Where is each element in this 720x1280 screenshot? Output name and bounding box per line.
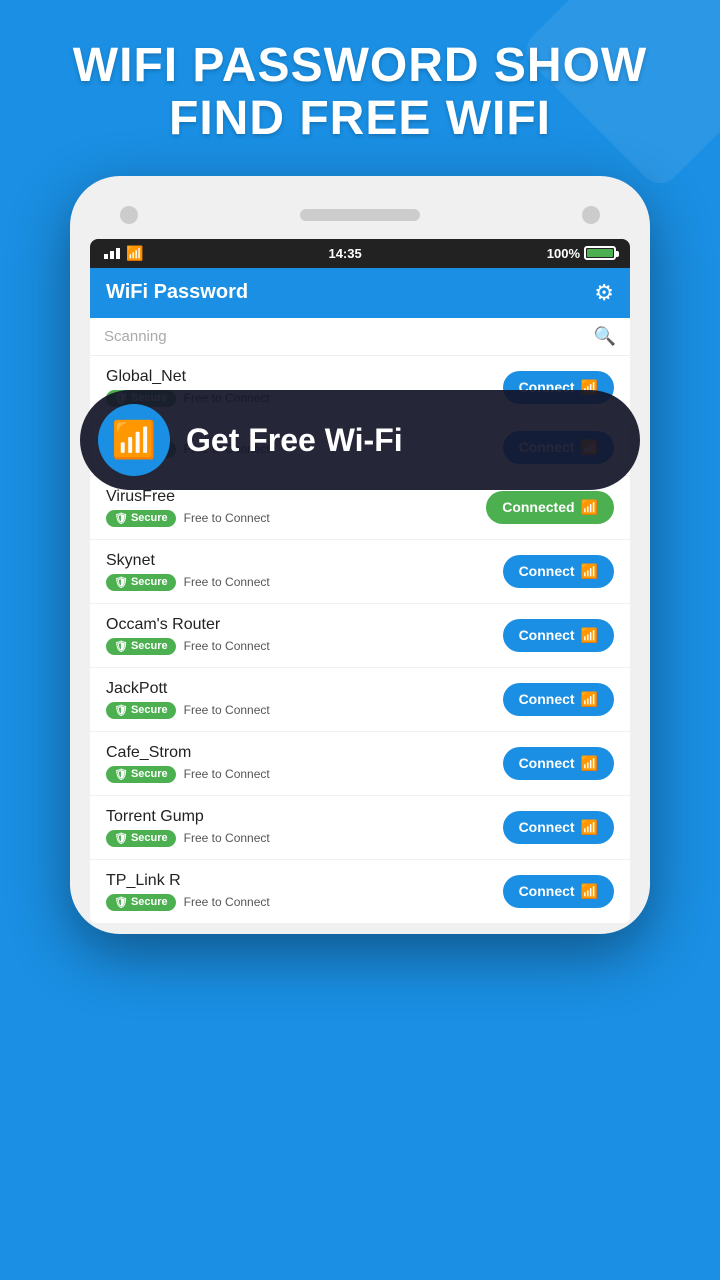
wifi-name: Torrent Gump: [106, 808, 503, 826]
free-connect-label: Free to Connect: [184, 895, 270, 909]
battery-icon: [584, 246, 616, 260]
status-bar: 📶 14:35 100%: [90, 239, 630, 268]
page-header: WIFI PASSWORD SHOW FIND FREE WIFI: [0, 0, 720, 166]
secure-badge: 🛡 Secure: [106, 510, 176, 527]
app-title: WiFi Password: [106, 281, 248, 304]
connected-button[interactable]: Connected 📶: [486, 491, 614, 524]
wifi-btn-icon: 📶: [581, 691, 598, 708]
wifi-info: Occam's Router 🛡 Secure Free to Connect: [106, 616, 503, 655]
secure-badge: 🛡 Secure: [106, 766, 176, 783]
camera-left: [120, 206, 138, 224]
wifi-info: Cafe_Strom 🛡 Secure Free to Connect: [106, 744, 503, 783]
wifi-btn-icon: 📶: [581, 563, 598, 580]
wifi-name: JackPott: [106, 680, 503, 698]
secure-badge: 🛡 Secure: [106, 574, 176, 591]
camera-right: [582, 206, 600, 224]
wifi-badges: 🛡 Secure Free to Connect: [106, 766, 503, 783]
wifi-icon: 📶: [112, 419, 157, 461]
header-line1: WIFI PASSWORD SHOW: [73, 39, 647, 92]
wifi-item: TP_Link R 🛡 Secure Free to Connect Conne…: [90, 860, 630, 924]
time-display: 14:35: [328, 246, 361, 261]
settings-icon[interactable]: ⚙: [594, 280, 614, 306]
battery-percent: 100%: [547, 246, 580, 261]
wifi-info: VirusFree 🛡 Secure Free to Connect: [106, 488, 486, 527]
header-title: WIFI PASSWORD SHOW FIND FREE WIFI: [20, 40, 700, 146]
wifi-name: Occam's Router: [106, 616, 503, 634]
connect-button[interactable]: Connect 📶: [503, 555, 614, 588]
secure-badge: 🛡 Secure: [106, 638, 176, 655]
wifi-btn-icon: 📶: [581, 883, 598, 900]
free-connect-label: Free to Connect: [184, 639, 270, 653]
battery-fill: [587, 249, 613, 257]
phone-screen: 📶 14:35 100% WiFi Password ⚙ Scanning 🔍: [90, 239, 630, 924]
wifi-info: JackPott 🛡 Secure Free to Connect: [106, 680, 503, 719]
wifi-name: Cafe_Strom: [106, 744, 503, 762]
wifi-item: Torrent Gump 🛡 Secure Free to Connect Co…: [90, 796, 630, 860]
connect-button[interactable]: Connect 📶: [503, 619, 614, 652]
wifi-btn-icon: 📶: [581, 819, 598, 836]
wifi-status-icon: 📶: [126, 245, 143, 262]
shield-icon: 🛡: [114, 576, 128, 589]
free-connect-label: Free to Connect: [184, 703, 270, 717]
wifi-item: Cafe_Strom 🛡 Secure Free to Connect Conn…: [90, 732, 630, 796]
status-left: 📶: [104, 245, 143, 262]
secure-badge: 🛡 Secure: [106, 702, 176, 719]
secure-badge: 🛡 Secure: [106, 830, 176, 847]
shield-icon: 🛡: [114, 768, 128, 781]
phone-top-bar: [90, 206, 630, 239]
shield-icon: 🛡: [114, 640, 128, 653]
free-connect-label: Free to Connect: [184, 767, 270, 781]
shield-icon: 🛡: [114, 832, 128, 845]
wifi-info: TP_Link R 🛡 Secure Free to Connect: [106, 872, 503, 911]
header-line2: FIND FREE WIFI: [169, 92, 551, 145]
free-wifi-banner[interactable]: 📶 Get Free Wi-Fi: [80, 390, 640, 490]
wifi-btn-icon: 📶: [581, 499, 598, 516]
connect-button[interactable]: Connect 📶: [503, 875, 614, 908]
wifi-badges: 🛡 Secure Free to Connect: [106, 574, 503, 591]
wifi-badges: 🛡 Secure Free to Connect: [106, 702, 503, 719]
wifi-info: Skynet 🛡 Secure Free to Connect: [106, 552, 503, 591]
phone-body: 📶 14:35 100% WiFi Password ⚙ Scanning 🔍: [70, 176, 650, 934]
signal-bars: [104, 248, 120, 259]
search-bar[interactable]: Scanning 🔍: [90, 318, 630, 356]
wifi-name: VirusFree: [106, 488, 486, 506]
wifi-item: Occam's Router 🛡 Secure Free to Connect …: [90, 604, 630, 668]
wifi-name: TP_Link R: [106, 872, 503, 890]
wifi-item: Skynet 🛡 Secure Free to Connect Connect …: [90, 540, 630, 604]
wifi-badges: 🛡 Secure Free to Connect: [106, 638, 503, 655]
connect-button[interactable]: Connect 📶: [503, 747, 614, 780]
wifi-name: Global_Net: [106, 368, 503, 386]
phone-speaker: [300, 209, 420, 221]
shield-icon: 🛡: [114, 704, 128, 717]
wifi-circle-icon: 📶: [98, 404, 170, 476]
wifi-badges: 🛡 Secure Free to Connect: [106, 510, 486, 527]
secure-badge: 🛡 Secure: [106, 894, 176, 911]
wifi-info: Torrent Gump 🛡 Secure Free to Connect: [106, 808, 503, 847]
shield-icon: 🛡: [114, 896, 128, 909]
app-header: WiFi Password ⚙: [90, 268, 630, 318]
free-connect-label: Free to Connect: [184, 575, 270, 589]
connect-button[interactable]: Connect 📶: [503, 811, 614, 844]
banner-text: Get Free Wi-Fi: [186, 422, 403, 459]
search-placeholder: Scanning: [104, 328, 167, 345]
free-connect-label: Free to Connect: [184, 831, 270, 845]
phone-mockup: 📶 14:35 100% WiFi Password ⚙ Scanning 🔍: [0, 176, 720, 934]
wifi-name: Skynet: [106, 552, 503, 570]
wifi-badges: 🛡 Secure Free to Connect: [106, 894, 503, 911]
battery-container: 100%: [547, 246, 616, 261]
free-connect-label: Free to Connect: [184, 511, 270, 525]
wifi-btn-icon: 📶: [581, 627, 598, 644]
shield-icon: 🛡: [114, 512, 128, 525]
wifi-badges: 🛡 Secure Free to Connect: [106, 830, 503, 847]
wifi-btn-icon: 📶: [581, 755, 598, 772]
wifi-item: JackPott 🛡 Secure Free to Connect Connec…: [90, 668, 630, 732]
connect-button[interactable]: Connect 📶: [503, 683, 614, 716]
search-icon: 🔍: [594, 326, 616, 347]
